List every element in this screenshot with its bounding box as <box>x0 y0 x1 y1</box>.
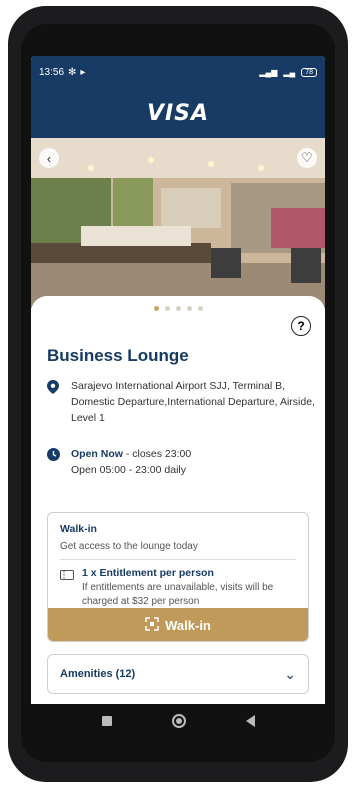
battery-icon: 78 <box>301 67 317 77</box>
open-status: Open Now <box>71 448 123 460</box>
back-icon[interactable]: ‹ <box>39 148 59 168</box>
lounge-title: Business Lounge <box>47 346 189 365</box>
signal-icon-2: ▂▄ <box>283 67 296 77</box>
entitlement-row: 1 x Entitlement per person If entitlemen… <box>60 567 300 609</box>
opening-hours: Open 05:00 - 23:00 daily <box>71 464 186 476</box>
lounge-photo-image <box>31 138 325 308</box>
lounge-details-sheet: ? Business Lounge Sarajevo International… <box>31 296 325 704</box>
hours-row: Open Now - closes 23:00 Open 05:00 - 23:… <box>47 446 315 478</box>
lounge-photo[interactable]: ‹ ♡ <box>31 138 325 308</box>
divider <box>60 559 296 560</box>
help-icon[interactable]: ? <box>291 316 311 336</box>
phone-screen-area: 13:56 ✻ ▸ ▂▄▆ ▂▄ 78 VISA ‹ ♡ ? Business … <box>21 24 335 762</box>
address-row: Sarajevo International Airport SJJ, Term… <box>47 378 315 426</box>
play-icon: ▸ <box>80 66 86 78</box>
carousel-dot[interactable] <box>175 306 181 311</box>
home-icon[interactable] <box>171 714 186 728</box>
android-nav-bar <box>21 696 335 746</box>
lounge-address: Sarajevo International Airport SJJ, Term… <box>71 380 315 424</box>
walkin-button-label: Walk-in <box>165 617 211 633</box>
amenities-label: Amenities (12) <box>60 668 136 680</box>
carousel-dot[interactable] <box>186 306 192 311</box>
amenities-accordion[interactable]: Amenities (12) ⌄ <box>47 654 309 694</box>
status-time: 13:56 <box>39 66 65 78</box>
walkin-card-title: Walk-in <box>60 523 97 535</box>
walkin-card: Walk-in Get access to the lounge today 1… <box>47 512 309 642</box>
walkin-card-subtitle: Get access to the lounge today <box>60 541 198 552</box>
visa-logo: VISA <box>146 100 210 126</box>
closing-time: - closes 23:00 <box>122 448 192 460</box>
status-bar: 13:56 ✻ ▸ ▂▄▆ ▂▄ 78 <box>31 56 325 88</box>
entitlement-title: 1 x Entitlement per person <box>82 567 214 579</box>
entitlement-note: If entitlements are unavailable, visits … <box>82 582 274 607</box>
walkin-button[interactable]: Walk-in <box>48 608 308 641</box>
ticket-icon <box>60 567 74 609</box>
signal-icon: ▂▄▆ <box>259 67 278 77</box>
carousel-dot[interactable] <box>153 306 159 311</box>
back-nav-icon[interactable] <box>245 715 255 727</box>
carousel-dot[interactable] <box>164 306 170 311</box>
location-pin-icon <box>47 378 61 426</box>
chevron-down-icon: ⌄ <box>284 665 296 682</box>
carousel-dot[interactable] <box>197 306 203 311</box>
recents-icon[interactable] <box>101 716 112 726</box>
clock-icon <box>47 446 61 478</box>
carousel-dots <box>31 306 325 311</box>
qr-scan-icon <box>145 616 159 634</box>
app-screen: 13:56 ✻ ▸ ▂▄▆ ▂▄ 78 VISA ‹ ♡ ? Business … <box>31 56 325 704</box>
heart-icon[interactable]: ♡ <box>297 148 317 168</box>
phone-frame: 13:56 ✻ ▸ ▂▄▆ ▂▄ 78 VISA ‹ ♡ ? Business … <box>8 6 348 782</box>
app-header: VISA <box>31 88 325 138</box>
settings-icon: ✻ <box>68 66 77 78</box>
